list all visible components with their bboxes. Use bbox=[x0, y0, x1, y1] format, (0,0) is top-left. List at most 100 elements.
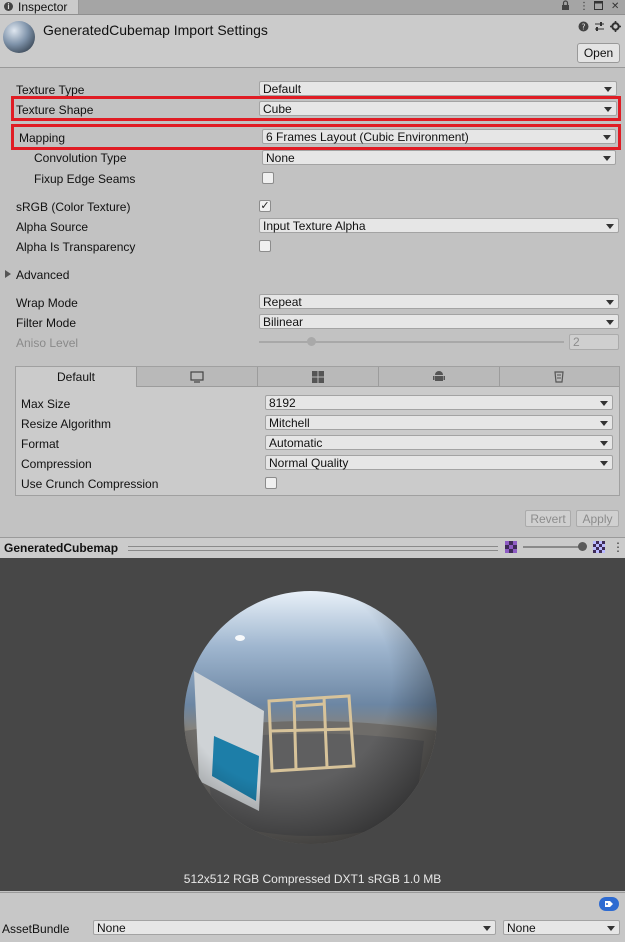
inspector-tab-label: Inspector bbox=[18, 0, 68, 14]
chevron-down-icon bbox=[600, 421, 608, 426]
aniso-level-field[interactable]: 2 bbox=[569, 334, 619, 350]
format-label: Format bbox=[21, 437, 60, 451]
texture-shape-value: Cube bbox=[263, 102, 292, 116]
preset-sliders-icon[interactable] bbox=[594, 21, 605, 35]
fixup-edge-seams-checkbox[interactable] bbox=[262, 172, 274, 184]
foldout-arrow-icon[interactable] bbox=[5, 270, 11, 278]
apply-button[interactable]: Apply bbox=[576, 510, 619, 527]
advanced-foldout-label[interactable]: Advanced bbox=[16, 267, 69, 283]
assetbundle-variant-value: None bbox=[507, 921, 536, 935]
assetbundle-name-dropdown[interactable]: None bbox=[93, 920, 496, 935]
chevron-down-icon bbox=[607, 926, 615, 931]
texture-shape-label: Texture Shape bbox=[16, 103, 94, 117]
assetbundle-name-value: None bbox=[97, 921, 126, 935]
filter-mode-value: Bilinear bbox=[263, 315, 304, 329]
chevron-down-icon bbox=[600, 401, 608, 406]
window-tab-bar bbox=[0, 0, 625, 15]
inspector-tab[interactable]: i Inspector bbox=[0, 0, 79, 14]
monitor-icon bbox=[190, 371, 204, 386]
tab-default-label: Default bbox=[56, 370, 96, 384]
resize-algorithm-value: Mitchell bbox=[269, 416, 310, 430]
chevron-down-icon bbox=[600, 461, 608, 466]
mip-small-icon bbox=[505, 541, 517, 553]
tag-icon[interactable] bbox=[599, 897, 619, 911]
chevron-down-icon bbox=[606, 300, 614, 305]
mip-large-icon bbox=[593, 541, 605, 553]
windows-store-icon bbox=[312, 371, 324, 386]
info-icon: i bbox=[4, 2, 13, 11]
alpha-source-label: Alpha Source bbox=[16, 220, 89, 234]
mip-level-slider[interactable] bbox=[523, 546, 584, 548]
max-size-dropdown[interactable]: 8192 bbox=[265, 395, 613, 410]
chevron-down-icon bbox=[600, 441, 608, 446]
preview-title: GeneratedCubemap bbox=[4, 541, 119, 555]
convolution-type-dropdown[interactable]: None bbox=[262, 150, 616, 165]
tab-android[interactable] bbox=[379, 367, 500, 387]
mapping-value: 6 Frames Layout (Cubic Environment) bbox=[266, 130, 469, 144]
format-dropdown[interactable]: Automatic bbox=[265, 435, 613, 450]
close-icon[interactable]: ✕ bbox=[611, 0, 619, 13]
mip-level-slider-thumb[interactable] bbox=[577, 542, 587, 551]
filter-mode-label: Filter Mode bbox=[16, 316, 77, 330]
chevron-down-icon bbox=[606, 320, 614, 325]
wrap-mode-dropdown[interactable]: Repeat bbox=[259, 294, 619, 309]
assetbundle-label: AssetBundle bbox=[2, 922, 70, 936]
help-icon[interactable]: ? bbox=[578, 21, 589, 35]
alpha-is-transparency-checkbox[interactable] bbox=[259, 240, 271, 252]
texture-type-value: Default bbox=[263, 82, 302, 96]
compression-value: Normal Quality bbox=[269, 456, 349, 470]
page-title: GeneratedCubemap Import Settings bbox=[43, 22, 268, 38]
use-crunch-checkbox[interactable] bbox=[265, 477, 277, 489]
preview-resize-grip[interactable] bbox=[128, 546, 498, 551]
android-icon bbox=[433, 370, 445, 386]
tab-standalone[interactable] bbox=[137, 367, 258, 387]
aniso-level-slider-track[interactable] bbox=[259, 341, 564, 343]
format-value: Automatic bbox=[269, 436, 323, 450]
chevron-down-icon bbox=[483, 926, 491, 931]
menu-dots-icon[interactable]: ⋮ bbox=[579, 0, 589, 13]
tab-windows-store[interactable] bbox=[258, 367, 379, 387]
alpha-source-value: Input Texture Alpha bbox=[263, 219, 366, 233]
preview-menu-icon[interactable]: ⋮ bbox=[612, 540, 624, 554]
open-button[interactable]: Open bbox=[577, 43, 620, 63]
revert-button[interactable]: Revert bbox=[525, 510, 571, 527]
mapping-label: Mapping bbox=[19, 131, 66, 145]
lock-icon[interactable] bbox=[561, 0, 570, 15]
webgl-icon bbox=[554, 370, 564, 386]
gear-icon[interactable] bbox=[610, 21, 621, 35]
chevron-down-icon bbox=[603, 135, 611, 140]
wrap-mode-label: Wrap Mode bbox=[16, 296, 78, 310]
texture-type-dropdown[interactable]: Default bbox=[259, 81, 617, 96]
srgb-checkbox[interactable]: ✓ bbox=[259, 200, 271, 212]
compression-dropdown[interactable]: Normal Quality bbox=[265, 455, 613, 470]
srgb-label: sRGB (Color Texture) bbox=[16, 200, 131, 214]
assetbundle-variant-dropdown[interactable]: None bbox=[503, 920, 620, 935]
tab-webgl[interactable] bbox=[500, 367, 619, 387]
alpha-source-dropdown[interactable]: Input Texture Alpha bbox=[259, 218, 619, 233]
maximize-icon[interactable] bbox=[594, 1, 603, 14]
fixup-edge-seams-label: Fixup Edge Seams bbox=[34, 172, 136, 186]
use-crunch-label: Use Crunch Compression bbox=[21, 477, 159, 491]
svg-text:?: ? bbox=[581, 23, 585, 32]
chevron-down-icon bbox=[603, 156, 611, 161]
wrap-mode-value: Repeat bbox=[263, 295, 302, 309]
chevron-down-icon bbox=[604, 87, 612, 92]
max-size-value: 8192 bbox=[269, 396, 296, 410]
convolution-type-value: None bbox=[266, 151, 295, 165]
tab-default[interactable]: Default bbox=[16, 367, 137, 387]
resize-algorithm-label: Resize Algorithm bbox=[21, 417, 112, 431]
texture-info-text: 512x512 RGB Compressed DXT1 sRGB 1.0 MB bbox=[183, 872, 442, 886]
resize-algorithm-dropdown[interactable]: Mitchell bbox=[265, 415, 613, 430]
alpha-is-transparency-label: Alpha Is Transparency bbox=[16, 240, 136, 254]
compression-label: Compression bbox=[21, 457, 92, 471]
filter-mode-dropdown[interactable]: Bilinear bbox=[259, 314, 619, 329]
max-size-label: Max Size bbox=[21, 397, 71, 411]
convolution-type-label: Convolution Type bbox=[34, 151, 127, 165]
chevron-down-icon bbox=[606, 224, 614, 229]
cubemap-thumbnail bbox=[3, 21, 35, 53]
texture-shape-dropdown[interactable]: Cube bbox=[259, 101, 617, 116]
aniso-level-slider-thumb[interactable] bbox=[306, 337, 316, 346]
cubemap-preview-sphere[interactable] bbox=[184, 591, 437, 844]
chevron-down-icon bbox=[604, 107, 612, 112]
mapping-dropdown[interactable]: 6 Frames Layout (Cubic Environment) bbox=[262, 129, 616, 144]
